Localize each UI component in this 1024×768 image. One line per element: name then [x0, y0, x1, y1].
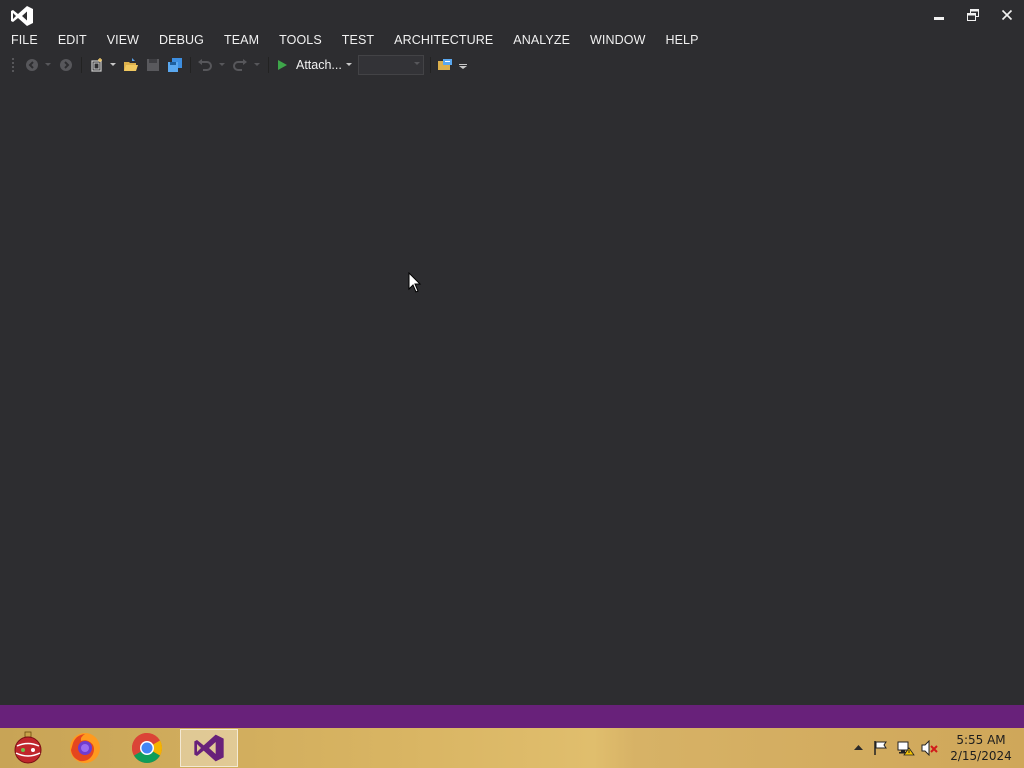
new-project-icon	[91, 58, 102, 72]
undo-button[interactable]	[196, 56, 214, 74]
show-hidden-icons-button[interactable]	[849, 740, 867, 756]
toolbar-separator	[430, 57, 431, 73]
minimize-button[interactable]	[923, 3, 955, 27]
navigate-back-dropdown[interactable]	[43, 56, 53, 74]
undo-icon	[198, 59, 212, 71]
menu-file[interactable]: FILE	[1, 30, 48, 51]
toolbar-grip[interactable]	[11, 57, 15, 73]
visual-studio-icon	[194, 734, 224, 762]
save-all-button[interactable]	[166, 56, 184, 74]
undo-dropdown[interactable]	[217, 56, 227, 74]
taskbar-ornament-app[interactable]	[0, 729, 56, 767]
menu-edit[interactable]: EDIT	[48, 30, 97, 51]
flag-icon	[874, 741, 887, 755]
find-in-files-icon	[438, 59, 452, 70]
mouse-cursor-icon	[408, 272, 422, 293]
attach-label: Attach...	[296, 58, 342, 72]
firefox-icon	[70, 733, 100, 763]
volume-button[interactable]	[921, 740, 939, 756]
menu-bar: FILE EDIT VIEW DEBUG TEAM TOOLS TEST ARC…	[0, 30, 1024, 51]
taskbar: 5:55 AM 2/15/2024	[0, 728, 1024, 768]
navigate-back-button[interactable]	[24, 56, 40, 74]
redo-button[interactable]	[231, 56, 249, 74]
chevron-up-icon	[853, 745, 863, 750]
clock-date: 2/15/2024	[950, 749, 1012, 763]
redo-dropdown[interactable]	[252, 56, 262, 74]
menu-view[interactable]: VIEW	[97, 30, 149, 51]
menu-window[interactable]: WINDOW	[580, 30, 655, 51]
close-button[interactable]	[991, 3, 1023, 27]
chrome-icon	[131, 733, 163, 764]
minimize-icon	[934, 17, 944, 20]
toolbar-separator	[190, 57, 191, 73]
action-center-button[interactable]	[872, 740, 890, 756]
close-icon	[1001, 9, 1013, 21]
attach-button[interactable]: Attach...	[276, 56, 352, 74]
toolbar-separator	[81, 57, 82, 73]
menu-help[interactable]: HELP	[655, 30, 708, 51]
restore-icon	[967, 9, 979, 21]
network-warning-icon	[897, 741, 915, 756]
find-in-files-button[interactable]	[436, 56, 454, 74]
new-project-button[interactable]	[88, 56, 106, 74]
menu-test[interactable]: TEST	[332, 30, 384, 51]
title-bar	[0, 0, 1024, 30]
redo-icon	[233, 59, 247, 71]
standard-toolbar: Attach...	[0, 53, 1024, 77]
chevron-down-icon	[346, 63, 352, 66]
open-file-button[interactable]	[122, 56, 140, 74]
back-arrow-icon	[26, 59, 38, 71]
network-status-button[interactable]	[897, 740, 915, 756]
status-bar	[0, 705, 1024, 728]
attach-dropdown[interactable]	[344, 56, 354, 74]
chevron-down-icon	[219, 63, 225, 66]
ornament-app-icon	[14, 731, 42, 764]
save-button[interactable]	[145, 56, 161, 74]
volume-muted-icon	[921, 740, 938, 756]
chevron-down-icon	[45, 63, 51, 66]
chevron-down-icon	[414, 62, 420, 65]
menu-tools[interactable]: TOOLS	[269, 30, 332, 51]
forward-arrow-icon	[60, 59, 72, 71]
menu-debug[interactable]: DEBUG	[149, 30, 214, 51]
open-folder-icon	[124, 58, 138, 71]
system-clock[interactable]: 5:55 AM 2/15/2024	[946, 732, 1016, 764]
menu-analyze[interactable]: ANALYZE	[503, 30, 580, 51]
navigate-forward-button[interactable]	[58, 56, 74, 74]
new-project-dropdown[interactable]	[108, 56, 118, 74]
toolbar-separator	[268, 57, 269, 73]
menu-team[interactable]: TEAM	[214, 30, 269, 51]
save-disk-icon	[147, 59, 159, 71]
solution-configuration-combo[interactable]	[358, 55, 424, 75]
restore-button[interactable]	[957, 3, 989, 27]
chevron-down-icon	[110, 63, 116, 66]
visual-studio-logo-icon[interactable]	[10, 5, 34, 27]
chevron-down-icon	[254, 63, 260, 66]
taskbar-firefox[interactable]	[57, 729, 113, 767]
taskbar-chrome[interactable]	[119, 729, 175, 767]
taskbar-visual-studio[interactable]	[180, 729, 238, 767]
save-all-icon	[168, 58, 182, 72]
toolbar-options-button[interactable]	[457, 56, 469, 74]
clock-time: 5:55 AM	[956, 733, 1006, 747]
play-icon	[278, 60, 287, 70]
menu-architecture[interactable]: ARCHITECTURE	[384, 30, 503, 51]
toolbar-overflow-icon	[459, 64, 467, 69]
